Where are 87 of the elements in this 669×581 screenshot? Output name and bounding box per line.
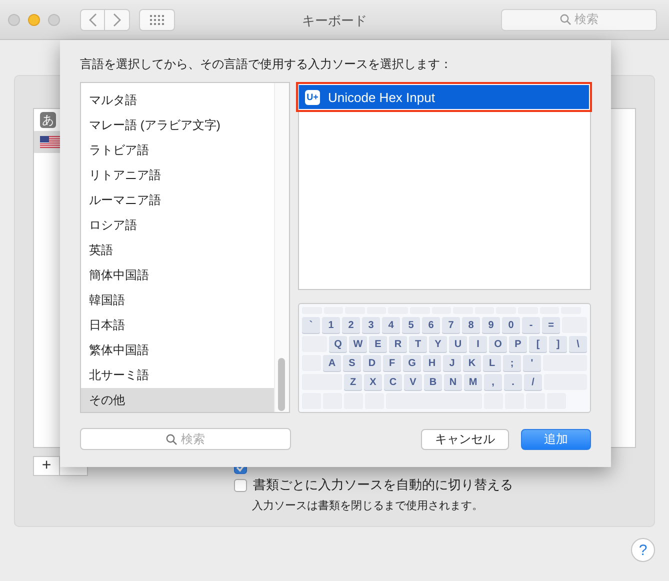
key: W — [349, 336, 367, 352]
key: 6 — [422, 317, 440, 333]
key: ] — [549, 336, 567, 352]
scrollbar-thumb[interactable] — [278, 358, 285, 411]
key: H — [423, 355, 441, 371]
language-item[interactable]: 簡体中国語 — [81, 263, 274, 288]
key: Z — [344, 374, 362, 390]
language-item[interactable]: ラトビア語 — [81, 138, 274, 163]
key: M — [464, 374, 482, 390]
key: G — [403, 355, 421, 371]
language-item[interactable]: マルタ語 — [81, 88, 274, 113]
input-source-row[interactable]: あ — [34, 109, 61, 131]
key: C — [384, 374, 402, 390]
key: = — [542, 317, 560, 333]
key: B — [424, 374, 442, 390]
chevron-left-icon — [88, 12, 96, 26]
key: O — [489, 336, 507, 352]
key: 0 — [502, 317, 520, 333]
instruction-text: 言語を選択してから、その言語で使用する入力ソースを選択します： — [80, 56, 453, 73]
grid-icon — [150, 14, 164, 24]
add-button[interactable]: + — [33, 456, 60, 476]
show-all-button[interactable] — [139, 8, 175, 30]
key: U — [449, 336, 467, 352]
key: L — [483, 355, 501, 371]
key: 2 — [342, 317, 360, 333]
key: N — [444, 374, 462, 390]
key: F — [383, 355, 401, 371]
key: ` — [302, 317, 320, 333]
search-icon — [560, 14, 570, 25]
language-item[interactable]: 日本語 — [81, 313, 274, 338]
input-source-icon: あ — [40, 112, 56, 128]
language-item[interactable]: マレー語 (アラビア文字) — [81, 113, 274, 138]
close-button[interactable] — [8, 14, 20, 26]
key: 3 — [362, 317, 380, 333]
key: I — [469, 336, 487, 352]
search-placeholder: 検索 — [574, 11, 598, 28]
help-button[interactable]: ? — [631, 538, 655, 562]
key: 4 — [382, 317, 400, 333]
key: 5 — [402, 317, 420, 333]
key: J — [443, 355, 461, 371]
key: V — [404, 374, 422, 390]
key: D — [363, 355, 381, 371]
key: 8 — [462, 317, 480, 333]
language-item[interactable]: 北サーミ語 — [81, 363, 274, 388]
key: A — [323, 355, 341, 371]
search-icon — [166, 434, 177, 444]
checkbox[interactable] — [234, 478, 247, 492]
key: P — [509, 336, 527, 352]
key: / — [524, 374, 542, 390]
key: 9 — [482, 317, 500, 333]
cancel-button[interactable]: キャンセル — [421, 428, 509, 450]
key: T — [409, 336, 427, 352]
search-placeholder: 検索 — [181, 430, 205, 448]
key: 1 — [322, 317, 340, 333]
key: Q — [329, 336, 347, 352]
language-item[interactable]: ルーマニア語 — [81, 188, 274, 213]
key: , — [484, 374, 502, 390]
chevron-right-icon — [113, 12, 121, 26]
input-source-item[interactable]: U+ Unicode Hex Input — [299, 85, 589, 109]
language-item[interactable]: 繁体中国語 — [81, 338, 274, 363]
checkbox-label: 書類ごとに入力ソースを自動的に切り替える — [253, 476, 513, 494]
key: R — [389, 336, 407, 352]
language-item[interactable]: ロシア語 — [81, 213, 274, 238]
language-item[interactable]: リトアニア語 — [81, 163, 274, 188]
key: . — [504, 374, 522, 390]
zoom-button[interactable] — [48, 14, 60, 26]
language-item[interactable]: その他 — [81, 388, 274, 412]
window-title: キーボード — [301, 12, 368, 30]
key: E — [369, 336, 387, 352]
language-item[interactable]: 英語 — [81, 238, 274, 263]
key: S — [343, 355, 361, 371]
minimize-button[interactable] — [28, 14, 40, 26]
note-text: 入力ソースは書類を閉じるまで使用されます。 — [252, 499, 484, 513]
back-button[interactable] — [80, 8, 105, 30]
key: 7 — [442, 317, 460, 333]
key: X — [364, 374, 382, 390]
input-source-row[interactable] — [34, 131, 61, 153]
key: - — [522, 317, 540, 333]
key: \ — [569, 336, 587, 352]
key: [ — [529, 336, 547, 352]
key: Y — [429, 336, 447, 352]
input-source-icon: U+ — [305, 90, 320, 104]
forward-button[interactable] — [105, 8, 130, 30]
language-item[interactable]: 韓国語 — [81, 288, 274, 313]
key: ; — [503, 355, 521, 371]
key: ' — [523, 355, 541, 371]
key: K — [463, 355, 481, 371]
